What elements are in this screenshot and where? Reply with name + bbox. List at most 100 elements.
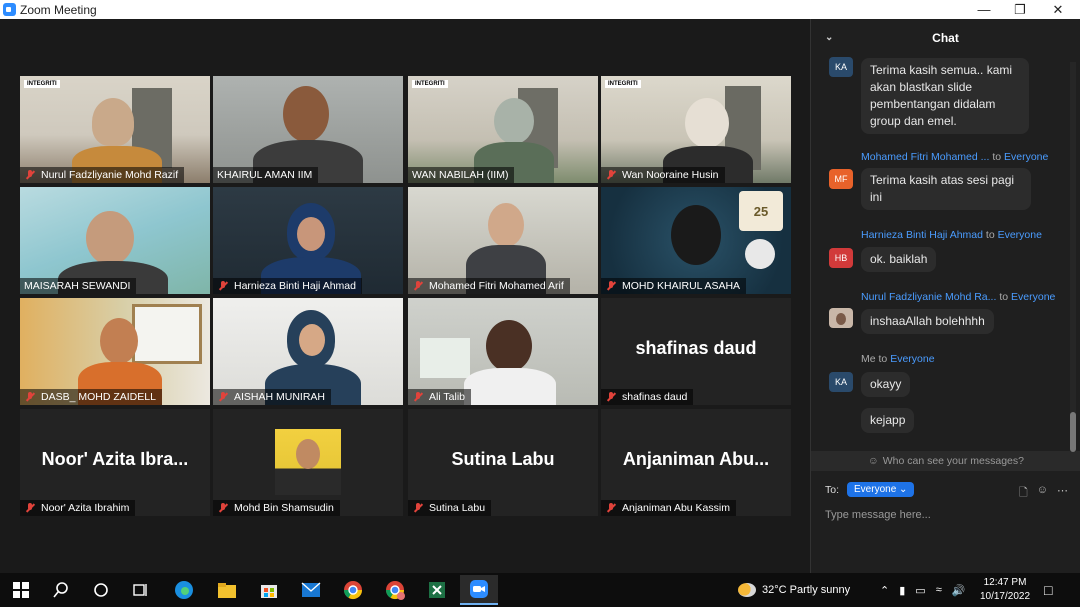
search-icon[interactable] — [42, 575, 80, 605]
participant-name-bar: DASB_ MOHD ZAIDELL — [20, 389, 162, 405]
participant-tile-no-video[interactable]: shafinas daud shafinas daud — [601, 298, 791, 405]
mic-muted-icon — [605, 391, 617, 403]
wifi-icon[interactable]: ≈ — [936, 584, 942, 596]
avatar: MF — [829, 169, 853, 189]
chat-panel: ⌄ Chat KA Terima kasih semua.. kami akan… — [810, 19, 1080, 573]
message-sender: Harnieza Binti Haji Ahmad to Everyone — [861, 229, 1042, 241]
participant-name-bar: KHAIRUL AMAN IIM — [213, 167, 319, 183]
notifications-icon[interactable]: □ — [1044, 573, 1052, 607]
mail-icon[interactable] — [292, 575, 330, 605]
mic-muted-icon — [217, 502, 229, 514]
people-icon: ☺ — [868, 455, 879, 467]
cortana-icon[interactable] — [82, 575, 120, 605]
zoom-app-icon — [3, 3, 16, 16]
message-sender: Mohamed Fitri Mohamed ... to Everyone — [861, 151, 1049, 163]
maximize-button[interactable]: ❐ — [1002, 0, 1038, 19]
participant-tile-no-video[interactable]: Mohd Bin Shamsudin — [213, 409, 403, 516]
participant-name-bar: Harnieza Binti Haji Ahmad — [213, 278, 362, 294]
window-title: Zoom Meeting — [20, 2, 97, 17]
participant-display-name: Sutina Labu — [451, 449, 555, 469]
window-titlebar: Zoom Meeting — ❐ ✕ — [0, 0, 1080, 19]
participant-tile[interactable]: Harnieza Binti Haji Ahmad — [213, 187, 403, 294]
who-can-see-messages[interactable]: ☺ Who can see your messages? — [811, 451, 1080, 471]
mic-muted-icon — [605, 280, 617, 292]
person-face — [299, 324, 325, 356]
emoji-icon[interactable]: ☺ — [1037, 484, 1048, 503]
person-silhouette — [671, 205, 721, 265]
mic-muted-icon — [605, 169, 617, 181]
windows-start-icon[interactable] — [2, 575, 40, 605]
participant-name-bar: Ali Talib — [408, 389, 471, 405]
chat-tools: 🗋 ☺ ⋯ — [1019, 484, 1068, 503]
participant-tile-active-speaker[interactable]: KHAIRUL AMAN IIM — [213, 76, 403, 183]
participant-tile-no-video[interactable]: Noor' Azita Ibra... Noor' Azita Ibrahim — [20, 409, 210, 516]
avatar: KA — [829, 372, 853, 392]
participant-tile[interactable]: Mohamed Fitri Mohamed Arif — [408, 187, 598, 294]
participant-tile[interactable]: MAISARAH SEWANDI — [20, 187, 210, 294]
participant-tile[interactable]: INTEGRITI Nurul Fadzliyanie Mohd Razif — [20, 76, 210, 183]
mic-muted-icon — [24, 391, 36, 403]
edge-browser-icon[interactable] — [165, 575, 203, 605]
logo-banner: INTEGRITI — [408, 78, 598, 90]
avatar: HB — [829, 248, 853, 268]
person-head — [283, 86, 329, 142]
person-body — [464, 368, 556, 405]
close-button[interactable]: ✕ — [1040, 0, 1076, 19]
excel-icon[interactable] — [418, 575, 456, 605]
zoom-taskbar-icon[interactable] — [460, 575, 498, 605]
mic-muted-icon — [605, 502, 617, 514]
chrome-profile-icon[interactable] — [376, 575, 414, 605]
message-sender: Nurul Fadzliyanie Mohd Ra... to Everyone — [861, 291, 1056, 303]
chevron-down-icon[interactable]: ⌄ — [825, 32, 833, 43]
recipient-select[interactable]: Everyone ⌄ — [847, 482, 915, 497]
participant-tile-no-video[interactable]: Sutina Labu Sutina Labu — [408, 409, 598, 516]
recipient-row: To: Everyone ⌄ — [825, 482, 915, 497]
participant-tile[interactable]: INTEGRITI Wan Nooraine Husin — [601, 76, 791, 183]
chat-message-input[interactable]: Type message here... — [825, 509, 931, 521]
participant-name-bar: Anjaniman Abu Kassim — [601, 500, 736, 516]
avatar: KA — [829, 57, 853, 77]
file-explorer-icon[interactable] — [208, 575, 246, 605]
usb-device-icon[interactable]: ▮ — [899, 584, 905, 597]
chrome-icon[interactable] — [334, 575, 372, 605]
participant-display-name: Anjaniman Abu... — [622, 449, 770, 469]
mic-muted-icon — [217, 391, 229, 403]
system-tray: ⌃ ▮ ▭ ≈ 🔊 — [880, 573, 965, 607]
participant-tile[interactable]: DASB_ MOHD ZAIDELL — [20, 298, 210, 405]
mic-muted-icon — [412, 502, 424, 514]
clock[interactable]: 12:47 PM 10/17/2022 — [975, 576, 1035, 604]
chevron-up-icon[interactable]: ⌃ — [880, 584, 889, 597]
participant-tile-no-video[interactable]: Anjaniman Abu... Anjaniman Abu Kassim — [601, 409, 791, 516]
participant-tile[interactable]: INTEGRITI WAN NABILAH (IIM) — [408, 76, 598, 183]
chat-message: Terima kasih atas sesi pagi ini — [861, 168, 1031, 210]
to-label: To: — [825, 483, 840, 496]
avatar-photo-face — [836, 313, 846, 325]
minimize-button[interactable]: — — [966, 0, 1002, 19]
taskbar: 32°C Partly sunny ⌃ ▮ ▭ ≈ 🔊 12:47 PM 10/… — [0, 573, 1080, 607]
task-view-icon[interactable] — [122, 575, 160, 605]
person-head — [488, 203, 524, 247]
chat-header: ⌄ Chat — [811, 19, 1080, 57]
volume-icon[interactable]: 🔊 — [952, 584, 966, 597]
participant-tile[interactable]: AISHAH MUNIRAH — [213, 298, 403, 405]
background-chart — [420, 338, 470, 378]
file-icon[interactable]: 🗋 — [1019, 484, 1028, 503]
participant-profile-photo — [275, 429, 341, 495]
battery-icon[interactable]: ▭ — [915, 584, 925, 597]
participant-name-bar: Mohd Bin Shamsudin — [213, 500, 340, 516]
participant-tile[interactable]: 25 MOHD KHAIRUL ASAHA — [601, 187, 791, 294]
participant-name-bar: Nurul Fadzliyanie Mohd Razif — [20, 167, 185, 183]
avatar-photo — [829, 308, 853, 328]
partly-sunny-icon — [738, 583, 756, 597]
weather-widget[interactable]: 32°C Partly sunny — [738, 573, 850, 607]
more-icon[interactable]: ⋯ — [1057, 484, 1068, 503]
store-icon[interactable] — [250, 575, 288, 605]
scrollbar-thumb[interactable] — [1070, 412, 1076, 452]
participant-tile[interactable]: Ali Talib — [408, 298, 598, 405]
person-face — [297, 217, 325, 251]
mic-muted-icon — [24, 169, 36, 181]
person-head — [92, 98, 134, 146]
participant-name-bar: Noor' Azita Ibrahim — [20, 500, 136, 516]
chat-scrollbar[interactable] — [1070, 62, 1076, 452]
mic-muted-icon — [24, 502, 36, 514]
